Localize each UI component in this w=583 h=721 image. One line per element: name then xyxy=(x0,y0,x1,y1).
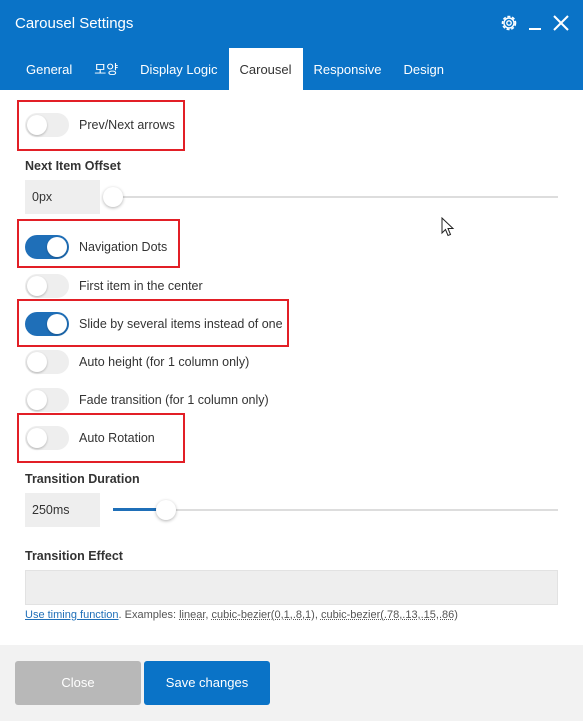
mouse-cursor-icon xyxy=(441,216,455,242)
auto-rotation-row: Auto Rotation xyxy=(25,425,155,451)
transition-duration-label: Transition Duration xyxy=(25,472,140,486)
slide-several-toggle[interactable] xyxy=(25,312,69,336)
fade-toggle[interactable] xyxy=(25,388,69,412)
next-item-offset-track xyxy=(113,196,558,198)
slide-several-label: Slide by several items instead of one xyxy=(79,317,283,331)
first-center-toggle[interactable] xyxy=(25,274,69,298)
timing-function-link[interactable]: Use timing function xyxy=(25,609,119,621)
settings-panel: Prev/Next arrows Next Item Offset 0px Na… xyxy=(0,90,583,645)
tab-display-logic[interactable]: Display Logic xyxy=(129,48,228,90)
slide-several-row: Slide by several items instead of one xyxy=(25,311,283,337)
close-button[interactable]: Close xyxy=(15,661,141,705)
tab-design[interactable]: Design xyxy=(392,48,454,90)
tab-responsive[interactable]: Responsive xyxy=(303,48,393,90)
example-cubic-1: cubic-bezier(0,1,.8,1) xyxy=(211,609,315,621)
transition-duration-value[interactable]: 250ms xyxy=(25,493,100,527)
prev-next-label: Prev/Next arrows xyxy=(79,118,175,132)
auto-rotation-toggle[interactable] xyxy=(25,426,69,450)
next-item-offset-slider[interactable] xyxy=(103,187,123,207)
prev-next-row: Prev/Next arrows xyxy=(25,112,175,138)
fade-label: Fade transition (for 1 column only) xyxy=(79,393,269,407)
transition-effect-input[interactable] xyxy=(25,570,558,605)
nav-dots-label: Navigation Dots xyxy=(79,240,168,254)
nav-dots-toggle[interactable] xyxy=(25,235,69,259)
fade-row: Fade transition (for 1 column only) xyxy=(25,387,269,413)
auto-height-label: Auto height (for 1 column only) xyxy=(79,355,250,369)
modal-footer: Close Save changes xyxy=(0,645,583,721)
example-linear: linear xyxy=(179,609,206,621)
modal-title: Carousel Settings xyxy=(15,15,134,32)
minimize-icon[interactable] xyxy=(525,11,545,35)
nav-dots-row: Navigation Dots xyxy=(25,234,167,260)
auto-height-row: Auto height (for 1 column only) xyxy=(25,349,249,375)
tab-appearance[interactable]: 모양 xyxy=(83,48,129,90)
auto-rotation-label: Auto Rotation xyxy=(79,431,155,445)
transition-duration-track xyxy=(113,509,558,511)
example-cubic-2: cubic-bezier(.78,.13,.15,.86) xyxy=(320,609,458,621)
gear-icon[interactable] xyxy=(499,11,519,35)
tab-carousel[interactable]: Carousel xyxy=(228,48,303,90)
first-center-label: First item in the center xyxy=(79,279,203,293)
transition-effect-help: Use timing function. Examples: linear, c… xyxy=(25,609,458,621)
prev-next-toggle[interactable] xyxy=(25,113,69,137)
tab-bar: General 모양 Display Logic Carousel Respon… xyxy=(15,48,455,90)
auto-height-toggle[interactable] xyxy=(25,350,69,374)
tab-general[interactable]: General xyxy=(15,48,83,90)
examples-prefix: . Examples: xyxy=(118,609,180,621)
next-item-offset-value[interactable]: 0px xyxy=(25,180,100,214)
transition-duration-slider[interactable] xyxy=(156,500,177,520)
transition-effect-label: Transition Effect xyxy=(25,549,123,563)
save-changes-button[interactable]: Save changes xyxy=(144,661,270,705)
close-icon[interactable] xyxy=(551,11,571,35)
next-item-offset-label: Next Item Offset xyxy=(25,159,121,173)
first-center-row: First item in the center xyxy=(25,273,203,299)
modal-header: Carousel Settings General 모양 Display Log… xyxy=(0,0,583,90)
